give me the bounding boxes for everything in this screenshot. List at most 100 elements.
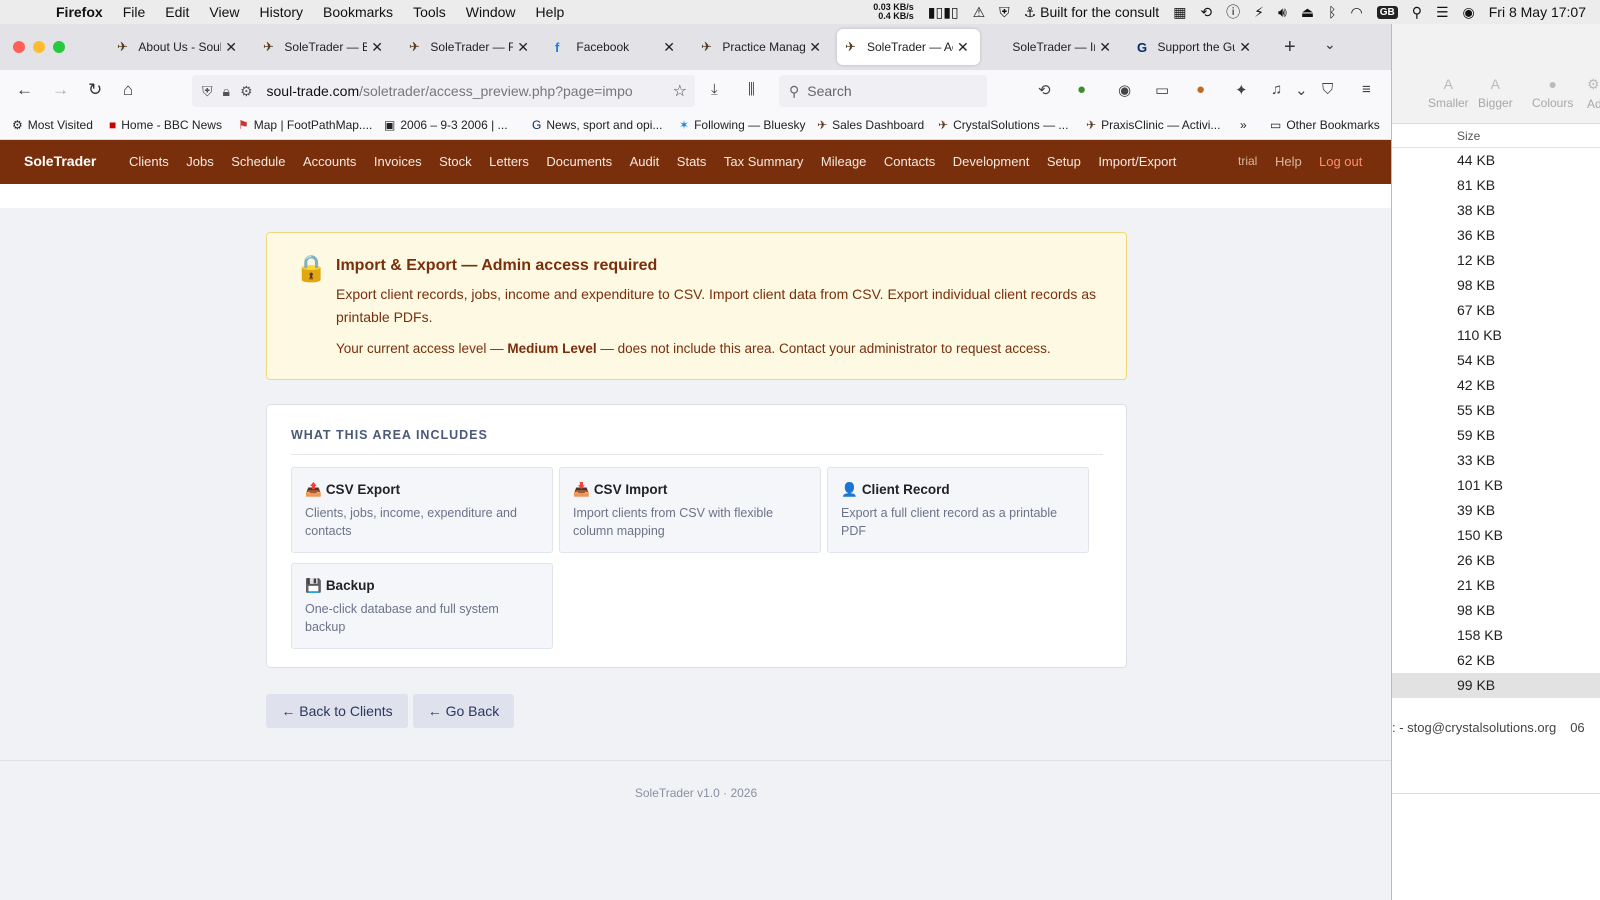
help-link[interactable]: Help [1275,154,1302,169]
film-icon[interactable]: ▦ [1173,4,1186,21]
file-size-row[interactable]: 59 KB [1392,423,1600,448]
bookmark-sales-dashboard[interactable]: ✈ Sales Dashboard [817,118,924,132]
back-to-clients-button[interactable]: ← Back to Clients [266,694,408,728]
menu-view[interactable]: View [209,4,239,20]
file-size-row[interactable]: 158 KB [1392,623,1600,648]
home-icon[interactable]: ⌂ [123,80,133,100]
minimize-window-button[interactable] [33,41,45,53]
file-size-row[interactable]: 26 KB [1392,548,1600,573]
history-icon[interactable]: ⟲ [1038,81,1051,99]
menu-edit[interactable]: Edit [165,4,189,20]
bookmark-praxisclinic[interactable]: ✈ PraxisClinic — Activi... [1086,118,1220,132]
file-size-row[interactable]: 98 KB [1392,598,1600,623]
library-icon[interactable]: ⫼ [748,81,755,98]
file-size-row[interactable]: 98 KB [1392,273,1600,298]
bigger-tool[interactable]: A Bigger [1478,76,1513,110]
file-size-row[interactable]: 42 KB [1392,373,1600,398]
menubar-clock[interactable]: Fri 8 May 17:07 [1489,4,1586,20]
add-tool[interactable]: ⚙Add Se [1587,76,1600,111]
go-back-button[interactable]: ← Go Back [413,694,514,728]
dropdown-chevron-icon[interactable]: ⌄ [1295,81,1308,99]
nav-item-stats[interactable]: Stats [677,154,707,169]
extension-orange-icon[interactable]: ● [1196,81,1205,98]
nav-item-mileage[interactable]: Mileage [821,154,867,169]
nav-item-clients[interactable]: Clients [129,154,169,169]
extensions-puzzle-icon[interactable]: ✦ [1235,81,1248,99]
reload-icon[interactable]: ↻ [88,80,102,100]
search-box[interactable]: ⚲ Search [779,75,987,107]
file-size-row[interactable]: 21 KB [1392,573,1600,598]
bookmark-most-visited[interactable]: ⚙ Most Visited [12,118,93,132]
volume-icon[interactable]: 🔊︎ [1278,4,1287,21]
shield-icon[interactable]: ⛨ [999,4,1010,21]
permissions-icon[interactable]: ⚙ [240,83,253,100]
file-size-row[interactable]: 110 KB [1392,323,1600,348]
bookmark-crystalsolutions[interactable]: ✈ CrystalSolutions — ... [938,118,1068,132]
url-text[interactable]: soul-trade.com/soletrader/access_preview… [267,83,647,99]
bookmark-guardian[interactable]: G News, sport and opi... [532,118,662,132]
nav-item-audit[interactable]: Audit [630,154,660,169]
close-tab-icon[interactable]: ✕ [517,39,529,56]
close-tab-icon[interactable]: ✕ [809,39,821,56]
info-icon[interactable]: ⓘ [1226,2,1240,22]
file-size-row[interactable]: 38 KB [1392,198,1600,223]
file-size-row[interactable]: 62 KB [1392,648,1600,673]
size-column-header[interactable]: Size [1392,124,1600,148]
browser-tab[interactable]: G Support the Gua ✕ [1129,29,1259,65]
file-size-row[interactable]: 67 KB [1392,298,1600,323]
bookmark-bluesky[interactable]: ✶ Following — Bluesky [679,118,805,132]
ublock-shield-icon[interactable]: ⛉ [1322,81,1333,98]
file-size-row[interactable]: 39 KB [1392,498,1600,523]
siri-icon[interactable]: ◉ [1463,4,1475,21]
menu-tools[interactable]: Tools [413,4,446,20]
forward-arrow-icon[interactable]: → [52,80,69,100]
tracking-shield-icon[interactable]: ⛨ [202,83,213,100]
menu-history[interactable]: History [259,4,303,20]
spotlight-search-icon[interactable]: ⚲ [1412,4,1422,21]
nav-item-contacts[interactable]: Contacts [884,154,935,169]
nav-item-invoices[interactable]: Invoices [374,154,422,169]
bookmark-star-icon[interactable]: ☆ [673,81,687,101]
file-size-row[interactable]: 55 KB [1392,398,1600,423]
eject-icon[interactable]: ⏏ [1301,4,1314,21]
back-arrow-icon[interactable]: ← [16,80,33,100]
nav-item-letters[interactable]: Letters [489,154,529,169]
nav-item-jobs[interactable]: Jobs [186,154,213,169]
bookmarks-overflow-icon[interactable]: » [1240,118,1247,132]
browser-tab[interactable]: f Facebook ✕ [547,29,683,65]
close-tab-icon[interactable]: ✕ [225,39,237,56]
bookmark-bbc-news[interactable]: ■ Home - BBC News [109,118,222,132]
control-center-icon[interactable]: ☰ [1436,4,1449,21]
wifi-icon[interactable]: ◠ [1350,4,1362,21]
nav-item-setup[interactable]: Setup [1047,154,1081,169]
menu-help[interactable]: Help [536,4,565,20]
browser-tab[interactable]: ✈ Practice Manage ✕ [693,29,829,65]
browser-tab[interactable]: ✈ SoleTrader — Bu ✕ [255,29,391,65]
headphones-icon[interactable]: ♫ [1271,81,1282,98]
file-size-row[interactable]: 99 KB [1392,673,1600,698]
zoom-window-button[interactable] [53,41,65,53]
extension-green-icon[interactable]: ● [1077,81,1086,98]
browser-tab[interactable]: ✈ About Us - SoulT ✕ [109,29,245,65]
browser-tab[interactable]: ✈ SoleTrader — Fe ✕ [401,29,537,65]
menu-bookmarks[interactable]: Bookmarks [323,4,393,20]
new-tab-plus-icon[interactable]: + [1284,36,1296,59]
warning-icon[interactable]: ⚠ [973,4,986,21]
downloads-icon[interactable]: ⤓ [711,81,718,98]
colours-tool[interactable]: ● Colours [1532,76,1573,110]
cpu-graph-icon[interactable]: ▮▯▮▯ [928,4,959,21]
browser-tab[interactable]: SoleTrader — Installa ✕ [983,29,1119,65]
close-tab-icon[interactable]: ✕ [1099,39,1111,56]
file-size-row[interactable]: 101 KB [1392,473,1600,498]
bookmark-other[interactable]: ▭ Other Bookmarks [1270,118,1380,132]
menu-app-name[interactable]: Firefox [56,4,103,20]
nav-item-schedule[interactable]: Schedule [231,154,285,169]
file-size-row[interactable]: 36 KB [1392,223,1600,248]
logout-link[interactable]: Log out [1319,154,1362,169]
reader-view-icon[interactable]: ▭ [1155,81,1169,99]
nav-item-documents[interactable]: Documents [546,154,612,169]
app-menu-icon[interactable]: ≡ [1362,81,1371,98]
file-size-row[interactable]: 44 KB [1392,148,1600,173]
bolt-icon[interactable]: ⚡︎ [1254,4,1264,21]
close-tab-icon[interactable]: ✕ [1239,39,1251,56]
